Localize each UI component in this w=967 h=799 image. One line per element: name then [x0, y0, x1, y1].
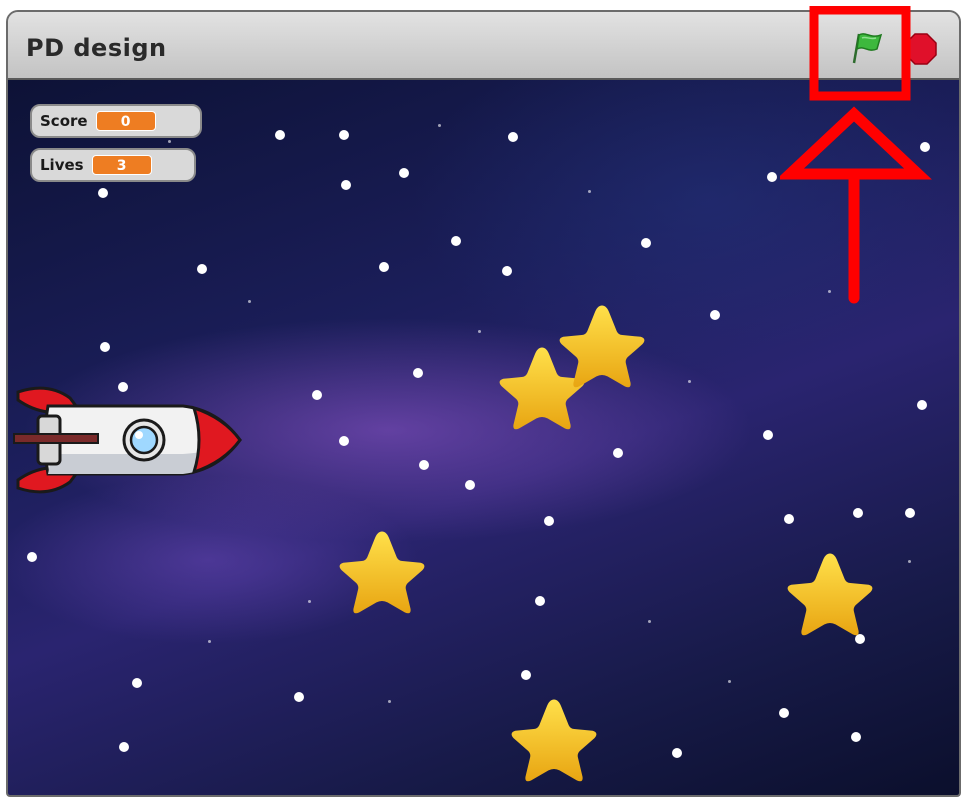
dot-sprite	[312, 390, 322, 400]
project-title: PD design	[26, 34, 167, 62]
dot-sprite	[779, 708, 789, 718]
dot-sprite	[905, 508, 915, 518]
score-monitor: Score 0	[30, 104, 202, 138]
dot-sprite	[451, 236, 461, 246]
dot-sprite	[379, 262, 389, 272]
background-star	[728, 680, 731, 683]
dot-sprite	[851, 732, 861, 742]
star-sprite	[787, 553, 873, 636]
background-star	[478, 330, 481, 333]
dot-sprite	[521, 670, 531, 680]
dot-sprite	[508, 132, 518, 142]
dot-sprite	[399, 168, 409, 178]
dot-sprite	[784, 514, 794, 524]
dot-sprite	[917, 400, 927, 410]
stage-titlebar: PD design	[8, 12, 959, 80]
background-star	[248, 300, 251, 303]
dot-sprite	[294, 692, 304, 702]
background-star	[388, 700, 391, 703]
background-star	[168, 140, 171, 143]
score-label: Score	[40, 112, 88, 130]
dot-sprite	[100, 342, 110, 352]
star-sprite	[559, 305, 645, 388]
dot-sprite	[119, 742, 129, 752]
stop-sign-icon[interactable]	[904, 32, 938, 66]
dot-sprite	[672, 748, 682, 758]
dot-sprite	[197, 264, 207, 274]
score-value: 0	[95, 111, 156, 131]
dot-sprite	[613, 448, 623, 458]
background-star	[308, 600, 311, 603]
dot-sprite	[502, 266, 512, 276]
dot-sprite	[413, 368, 423, 378]
background-star	[588, 190, 591, 193]
dot-sprite	[767, 172, 777, 182]
dot-sprite	[641, 238, 651, 248]
lives-monitor: Lives 3	[30, 148, 196, 182]
dot-sprite	[853, 508, 863, 518]
background-star	[438, 124, 441, 127]
dot-sprite	[763, 430, 773, 440]
dot-sprite	[419, 460, 429, 470]
dot-sprite	[544, 516, 554, 526]
dot-sprite	[920, 142, 930, 152]
background-star	[688, 380, 691, 383]
star-sprite	[339, 531, 425, 614]
background-star	[648, 620, 651, 623]
dot-sprite	[275, 130, 285, 140]
rocket-sprite	[13, 386, 242, 494]
dot-sprite	[27, 552, 37, 562]
stage-window: PD design Score 0 Lives 3	[6, 10, 961, 797]
green-flag-icon[interactable]	[850, 30, 886, 66]
dot-sprite	[710, 310, 720, 320]
star-sprite	[511, 699, 597, 782]
stage-canvas[interactable]: Score 0 Lives 3	[8, 80, 959, 795]
background-star	[208, 640, 211, 643]
dot-sprite	[535, 596, 545, 606]
dot-sprite	[339, 436, 349, 446]
background-star	[828, 290, 831, 293]
dot-sprite	[132, 678, 142, 688]
background-star	[908, 560, 911, 563]
dot-sprite	[341, 180, 351, 190]
dot-sprite	[465, 480, 475, 490]
dot-sprite	[98, 188, 108, 198]
lives-value: 3	[91, 155, 152, 175]
lives-label: Lives	[40, 156, 84, 174]
dot-sprite	[339, 130, 349, 140]
